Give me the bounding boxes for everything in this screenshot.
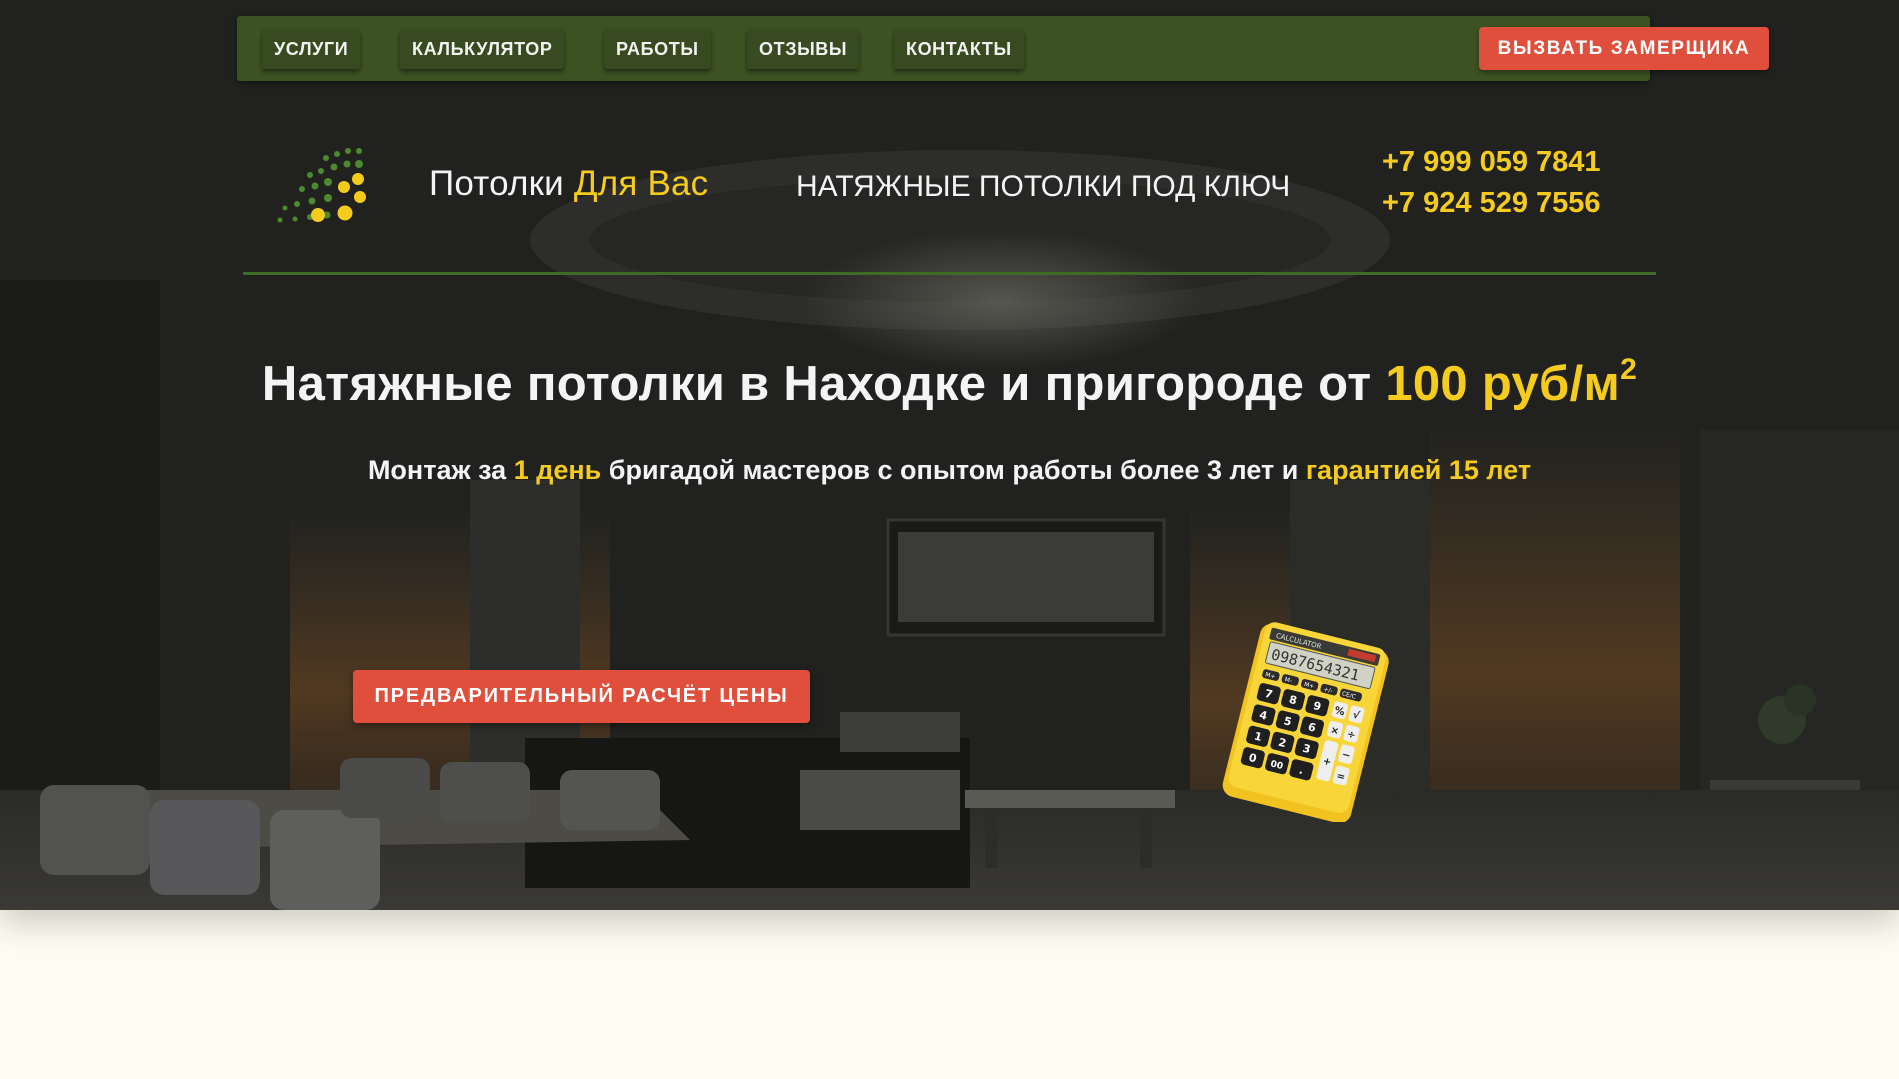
brand-name: Потолки Для Вас bbox=[429, 164, 708, 204]
brand-accent-1: Для bbox=[573, 164, 638, 203]
subline-highlight-days: 1 день bbox=[513, 455, 602, 485]
brand-prefix: Потолки bbox=[429, 164, 564, 203]
phone-link-1[interactable]: +7 999 059 7841 bbox=[1382, 146, 1601, 179]
subline-part-1: Монтаж за bbox=[367, 455, 514, 485]
price-estimate-button[interactable]: ПРЕДВАРИТЕЛЬНЫЙ РАСЧЁТ ЦЕНЫ bbox=[353, 670, 810, 723]
hero-section: УСЛУГИ КАЛЬКУЛЯТОР РАБОТЫ ОТЗЫВЫ КОНТАКТ… bbox=[0, 0, 1899, 910]
subline-highlight-warranty: гарантией 15 лет bbox=[1305, 455, 1532, 485]
dot-cluster-logo-icon bbox=[277, 148, 366, 223]
brand-accent-2: Вас bbox=[647, 164, 709, 203]
phone-link-2[interactable]: +7 924 529 7556 bbox=[1382, 187, 1601, 220]
header-divider bbox=[243, 272, 1656, 275]
top-navbar: УСЛУГИ КАЛЬКУЛЯТОР РАБОТЫ ОТЗЫВЫ КОНТАКТ… bbox=[237, 16, 1769, 81]
subline-part-3: бригадой мастеров с опытом работы более … bbox=[601, 455, 1306, 485]
calculator-illustration-icon: CALCULATOR 0987654321 M+ M- M+ +/- CE/C bbox=[1222, 622, 1389, 822]
headline-text: Натяжные потолки в Находке и пригороде о… bbox=[261, 357, 1386, 411]
headline-price: 100 руб/м2 bbox=[1385, 353, 1637, 411]
headline-price-exponent: 2 bbox=[1620, 352, 1638, 386]
hero-headline: Натяжные потолки в Находке и пригороде о… bbox=[0, 353, 1899, 412]
nav-item-contacts[interactable]: КОНТАКТЫ bbox=[894, 29, 1024, 69]
nav-item-works[interactable]: РАБОТЫ bbox=[604, 29, 711, 69]
nav-item-services[interactable]: УСЛУГИ bbox=[262, 29, 361, 69]
tagline: НАТЯЖНЫЕ ПОТОЛКИ ПОД КЛЮЧ bbox=[796, 170, 1291, 203]
headline-price-value: 100 руб/м bbox=[1385, 357, 1621, 411]
nav-item-calculator[interactable]: КАЛЬКУЛЯТОР bbox=[400, 29, 565, 69]
call-measurer-button[interactable]: ВЫЗВАТЬ ЗАМЕРЩИКА bbox=[1479, 27, 1769, 70]
hero-subheadline: Монтаж за 1 день бригадой мастеров с опы… bbox=[0, 455, 1899, 486]
nav-item-reviews[interactable]: ОТЗЫВЫ bbox=[747, 29, 860, 69]
